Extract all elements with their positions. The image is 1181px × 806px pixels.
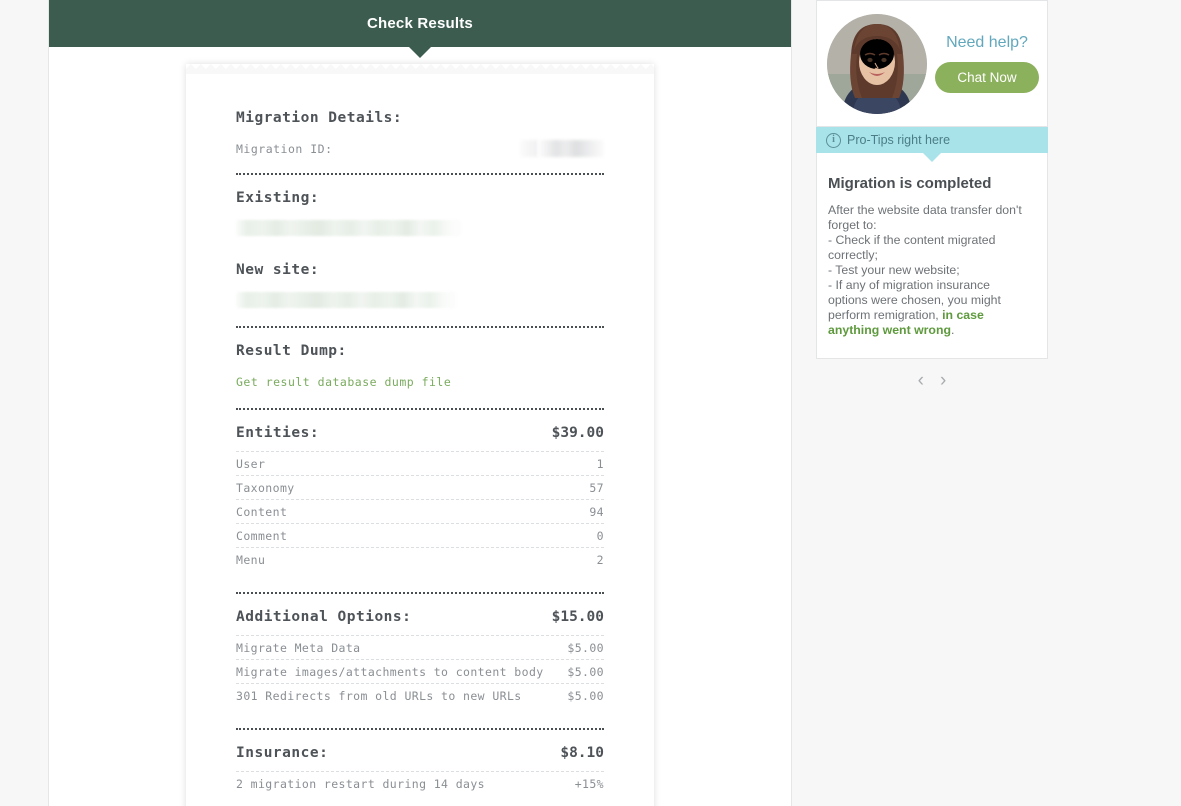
entity-label: Taxonomy — [236, 481, 295, 495]
chevron-left-icon[interactable]: ‹ — [915, 371, 927, 390]
result-dump-link[interactable]: Get result database dump file — [236, 375, 451, 389]
main-column: Check Results Migration Details: Migrati… — [48, 0, 792, 806]
pro-tips-bar: i Pro-Tips right here — [816, 127, 1048, 162]
insurance-total: $8.10 — [560, 745, 604, 761]
insurance-list: 2 migration restart during 14 days +15% — [236, 771, 604, 795]
list-item: 301 Redirects from old URLs to new URLs … — [236, 683, 604, 707]
list-item: 2 migration restart during 14 days +15% — [236, 771, 604, 795]
list-item: Comment 0 — [236, 523, 604, 547]
migration-details-title: Migration Details: — [236, 110, 403, 126]
option-value: $5.00 — [567, 641, 604, 655]
entities-header-row: Entities: $39.00 — [236, 425, 604, 441]
entity-value: 1 — [596, 457, 604, 471]
pro-tips-label: Pro-Tips right here — [847, 133, 951, 147]
page-header: Check Results — [49, 0, 791, 47]
migration-id-label: Migration ID: — [236, 142, 333, 156]
pro-tips-title: Migration is completed — [828, 175, 992, 192]
pro-tips-navigation: ‹ › — [816, 359, 1048, 400]
new-site-url-redacted — [236, 292, 456, 308]
entity-value: 94 — [589, 505, 604, 519]
pro-tips-arrow-icon — [923, 153, 941, 162]
entity-value: 0 — [596, 529, 604, 543]
option-label: Migrate images/attachments to content bo… — [236, 665, 544, 679]
option-label: 301 Redirects from old URLs to new URLs — [236, 689, 522, 703]
option-value: $5.00 — [567, 689, 604, 703]
header-arrow-icon — [409, 47, 431, 58]
chat-widget: Need help? Chat Now — [816, 0, 1048, 127]
insurance-title: Insurance: — [236, 745, 329, 761]
option-value: $5.00 — [567, 665, 604, 679]
new-site-title: New site: — [236, 262, 320, 278]
list-item: Content 94 — [236, 499, 604, 523]
option-label: Migrate Meta Data — [236, 641, 361, 655]
need-help-label: Need help? — [946, 34, 1028, 51]
additional-options-list: Migrate Meta Data $5.00 Migrate images/a… — [236, 635, 604, 707]
divider-after-migration-details — [236, 173, 604, 175]
additional-options-total: $15.00 — [551, 609, 604, 625]
additional-options-title: Additional Options: — [236, 609, 412, 625]
pro-tips-body-post: . — [950, 323, 955, 337]
entity-label: User — [236, 457, 266, 471]
entity-value: 2 — [596, 553, 604, 567]
existing-url-redacted — [236, 220, 461, 236]
list-item: Taxonomy 57 — [236, 475, 604, 499]
list-item: Migrate Meta Data $5.00 — [236, 635, 604, 659]
result-dump-title: Result Dump: — [236, 343, 347, 359]
divider-after-additional-options — [236, 728, 604, 730]
entity-value: 57 — [589, 481, 604, 495]
entity-label: Content — [236, 505, 288, 519]
chevron-right-icon[interactable]: › — [937, 371, 949, 390]
entities-list: User 1 Taxonomy 57 Content 94 Comment 0 — [236, 451, 604, 571]
receipt-wrapper: Migration Details: Migration ID: Existin… — [186, 64, 654, 806]
entity-label: Menu — [236, 553, 266, 567]
list-item: Menu 2 — [236, 547, 604, 571]
additional-options-header-row: Additional Options: $15.00 — [236, 609, 604, 625]
divider-after-new-site — [236, 326, 604, 328]
pro-tips-body-text: After the website data transfer don't fo… — [828, 203, 1022, 322]
chat-widget-content: Need help? Chat Now — [935, 34, 1039, 93]
insurance-header-row: Insurance: $8.10 — [236, 745, 604, 761]
info-icon: i — [826, 132, 841, 148]
migration-id-blur-lead — [520, 140, 538, 158]
avatar — [827, 13, 927, 114]
receipt-card: Migration Details: Migration ID: Existin… — [186, 64, 654, 806]
right-sidebar: Need help? Chat Now i Pro-Tips right her… — [816, 0, 1048, 400]
migration-id-blur — [538, 140, 604, 158]
migration-id-value-redacted — [520, 140, 604, 158]
insurance-value: +15% — [574, 777, 604, 791]
existing-title: Existing: — [236, 190, 320, 206]
page-title: Check Results — [367, 15, 473, 32]
list-item: User 1 — [236, 451, 604, 475]
receipt-zigzag-edge — [186, 64, 654, 74]
divider-after-result-dump — [236, 408, 604, 410]
entity-label: Comment — [236, 529, 288, 543]
chat-now-button[interactable]: Chat Now — [935, 62, 1039, 93]
pro-tips-card: Migration is completed After the website… — [816, 153, 1048, 359]
migration-id-row: Migration ID: — [236, 140, 604, 158]
divider-after-entities — [236, 592, 604, 594]
pro-tips-body: After the website data transfer don't fo… — [828, 203, 1029, 338]
page-root: Check Results Migration Details: Migrati… — [0, 0, 1181, 806]
insurance-label: 2 migration restart during 14 days — [236, 777, 486, 791]
entities-title: Entities: — [236, 425, 320, 441]
entities-total: $39.00 — [551, 425, 604, 441]
list-item: Migrate images/attachments to content bo… — [236, 659, 604, 683]
